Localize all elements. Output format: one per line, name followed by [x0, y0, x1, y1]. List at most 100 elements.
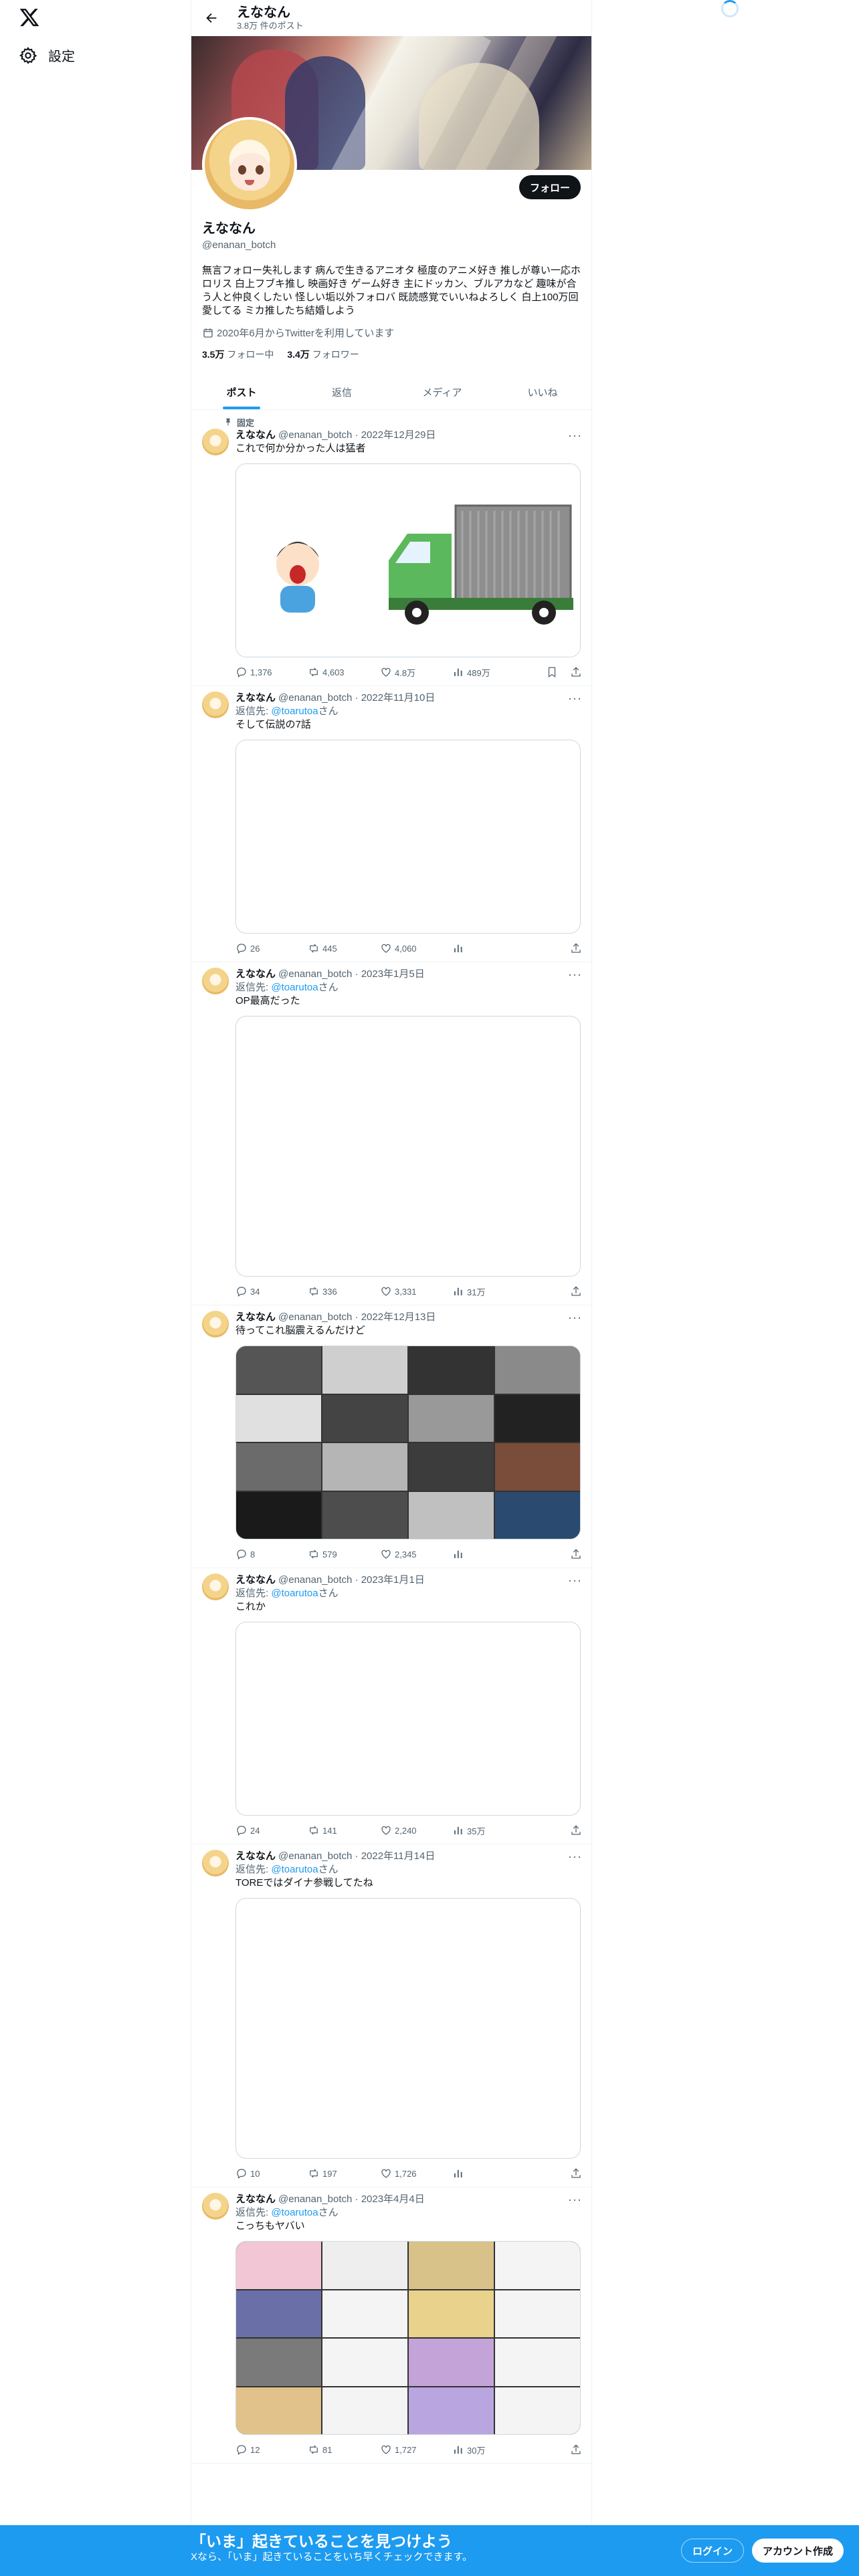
tweet-4[interactable]: えななん @enanan_botch · 2022年12月13日 ··· 待ってこれ脳… — [191, 1305, 593, 1568]
tweet-author-handle[interactable]: @enanan_botch — [278, 429, 352, 442]
tweet-media[interactable] — [235, 1898, 581, 2159]
tweet-media[interactable] — [235, 463, 581, 657]
like-button[interactable]: 1,726 — [380, 2167, 452, 2179]
tweet-date[interactable]: 2022年11月14日 — [361, 1850, 436, 1863]
views-button[interactable]: 489万 — [452, 666, 524, 679]
tweet-5[interactable]: えななん @enanan_botch · 2023年1月1日 ··· 返信先: @to… — [191, 1568, 593, 1844]
reply-button[interactable]: 24 — [235, 1824, 308, 1836]
reply-to-link[interactable]: @toarutoa — [271, 706, 318, 717]
tweet-author-handle[interactable]: @enanan_botch — [278, 1311, 352, 1324]
following-link[interactable]: 3.5万 フォロー中 — [202, 348, 274, 361]
more-options-icon[interactable]: ··· — [568, 1311, 582, 1324]
bookmark-icon[interactable] — [546, 666, 558, 678]
tweet-2[interactable]: えななん @enanan_botch · 2022年11月10日 ··· 返信先: @… — [191, 686, 593, 962]
tweet-6[interactable]: えななん @enanan_botch · 2022年11月14日 ··· 返信先: @… — [191, 1844, 593, 2187]
reply-to-link[interactable]: @toarutoa — [271, 1864, 318, 1875]
follow-button[interactable]: フォロー — [518, 175, 581, 199]
share-icon[interactable] — [570, 2167, 582, 2179]
tweet-avatar[interactable] — [202, 1850, 229, 1876]
tweet-avatar[interactable] — [202, 968, 229, 994]
tweet-author-handle[interactable]: @enanan_botch — [278, 1574, 352, 1587]
retweet-button[interactable]: 4,603 — [308, 666, 380, 678]
tweet-author-handle[interactable]: @enanan_botch — [278, 968, 352, 981]
tweet-avatar[interactable] — [202, 2193, 229, 2220]
reply-button[interactable]: 34 — [235, 1285, 308, 1297]
tweet-author-name[interactable]: えななん — [235, 2193, 276, 2206]
views-button[interactable]: 30万 — [452, 2444, 524, 2456]
views-button[interactable]: 31万 — [452, 1285, 524, 1298]
settings-link[interactable]: 設定 — [19, 45, 75, 65]
reply-button[interactable]: 12 — [235, 2444, 308, 2456]
tweet-3[interactable]: えななん @enanan_botch · 2023年1月5日 ··· 返信先: @to… — [191, 962, 593, 1305]
reply-button[interactable]: 1,376 — [235, 666, 308, 678]
like-button[interactable]: 4,060 — [380, 942, 452, 954]
share-icon[interactable] — [570, 1285, 582, 1297]
tweet-date[interactable]: 2022年12月13日 — [361, 1311, 436, 1324]
retweet-button[interactable]: 445 — [308, 942, 380, 954]
more-options-icon[interactable]: ··· — [568, 1574, 582, 1587]
tweet-1[interactable]: 固定 えななん @enanan_botch · 2022年12月29日 ··· これで何… — [191, 410, 593, 686]
signup-button[interactable]: アカウント作成 — [752, 2539, 844, 2563]
tweet-media[interactable] — [235, 1346, 581, 1539]
tweet-author-handle[interactable]: @enanan_botch — [278, 2193, 352, 2206]
tweet-media[interactable] — [235, 1016, 581, 1277]
tab-posts[interactable]: ポスト — [191, 374, 292, 409]
tweet-7[interactable]: えななん @enanan_botch · 2023年4月4日 ··· 返信先: @to… — [191, 2187, 593, 2464]
retweet-button[interactable]: 81 — [308, 2444, 380, 2456]
like-button[interactable]: 2,345 — [380, 1548, 452, 1560]
share-icon[interactable] — [570, 942, 582, 954]
tweet-author-name[interactable]: えななん — [235, 1311, 276, 1324]
tweet-author-name[interactable]: えななん — [235, 1850, 276, 1863]
share-icon[interactable] — [570, 1548, 582, 1560]
tweet-date[interactable]: 2023年4月4日 — [361, 2193, 425, 2206]
views-button[interactable] — [452, 942, 524, 954]
share-icon[interactable] — [570, 666, 582, 678]
tweet-date[interactable]: 2023年1月5日 — [361, 968, 425, 981]
tweet-author-name[interactable]: えななん — [235, 968, 276, 981]
reply-button[interactable]: 8 — [235, 1548, 308, 1560]
reply-button[interactable]: 10 — [235, 2167, 308, 2179]
login-button[interactable]: ログイン — [681, 2539, 745, 2563]
retweet-button[interactable]: 579 — [308, 1548, 380, 1560]
like-button[interactable]: 4.8万 — [380, 666, 452, 679]
profile-avatar[interactable] — [202, 117, 297, 212]
retweet-button[interactable]: 336 — [308, 1285, 380, 1297]
tweet-avatar[interactable] — [202, 691, 229, 718]
tweet-date[interactable]: 2023年1月1日 — [361, 1574, 425, 1587]
reply-to-link[interactable]: @toarutoa — [271, 982, 318, 993]
tweet-avatar[interactable] — [202, 1574, 229, 1600]
x-logo-icon[interactable] — [19, 7, 40, 28]
tab-media[interactable]: メディア — [392, 374, 492, 409]
back-button[interactable] — [199, 6, 223, 30]
tweet-media[interactable] — [235, 1622, 581, 1816]
like-button[interactable]: 1,727 — [380, 2444, 452, 2456]
tab-replies[interactable]: 返信 — [292, 374, 392, 409]
tab-likes[interactable]: いいね — [492, 374, 593, 409]
share-icon[interactable] — [570, 2444, 582, 2456]
views-button[interactable] — [452, 2167, 524, 2179]
reply-button[interactable]: 26 — [235, 942, 308, 954]
retweet-button[interactable]: 197 — [308, 2167, 380, 2179]
more-options-icon[interactable]: ··· — [568, 968, 582, 981]
image-collage[interactable] — [236, 1346, 580, 1539]
like-button[interactable]: 2,240 — [380, 1824, 452, 1836]
reply-to-link[interactable]: @toarutoa — [271, 1588, 318, 1599]
tweet-date[interactable]: 2022年12月29日 — [361, 429, 436, 442]
tweet-author-name[interactable]: えななん — [235, 1574, 276, 1587]
image-collage[interactable] — [236, 2242, 580, 2434]
followers-link[interactable]: 3.4万 フォロワー — [287, 348, 359, 361]
retweet-button[interactable]: 141 — [308, 1824, 380, 1836]
tweet-author-name[interactable]: えななん — [235, 429, 276, 442]
like-button[interactable]: 3,331 — [380, 1285, 452, 1297]
views-button[interactable]: 35万 — [452, 1824, 524, 1837]
views-button[interactable] — [452, 1548, 524, 1560]
share-icon[interactable] — [570, 1824, 582, 1836]
tweet-author-name[interactable]: えななん — [235, 691, 276, 705]
reply-to-link[interactable]: @toarutoa — [271, 2207, 318, 2218]
more-options-icon[interactable]: ··· — [568, 1850, 582, 1863]
tweet-avatar[interactable] — [202, 1311, 229, 1337]
more-options-icon[interactable]: ··· — [568, 691, 582, 705]
truck-illustration[interactable] — [236, 464, 581, 657]
tweet-date[interactable]: 2022年11月10日 — [361, 691, 436, 705]
more-options-icon[interactable]: ··· — [568, 2193, 582, 2206]
